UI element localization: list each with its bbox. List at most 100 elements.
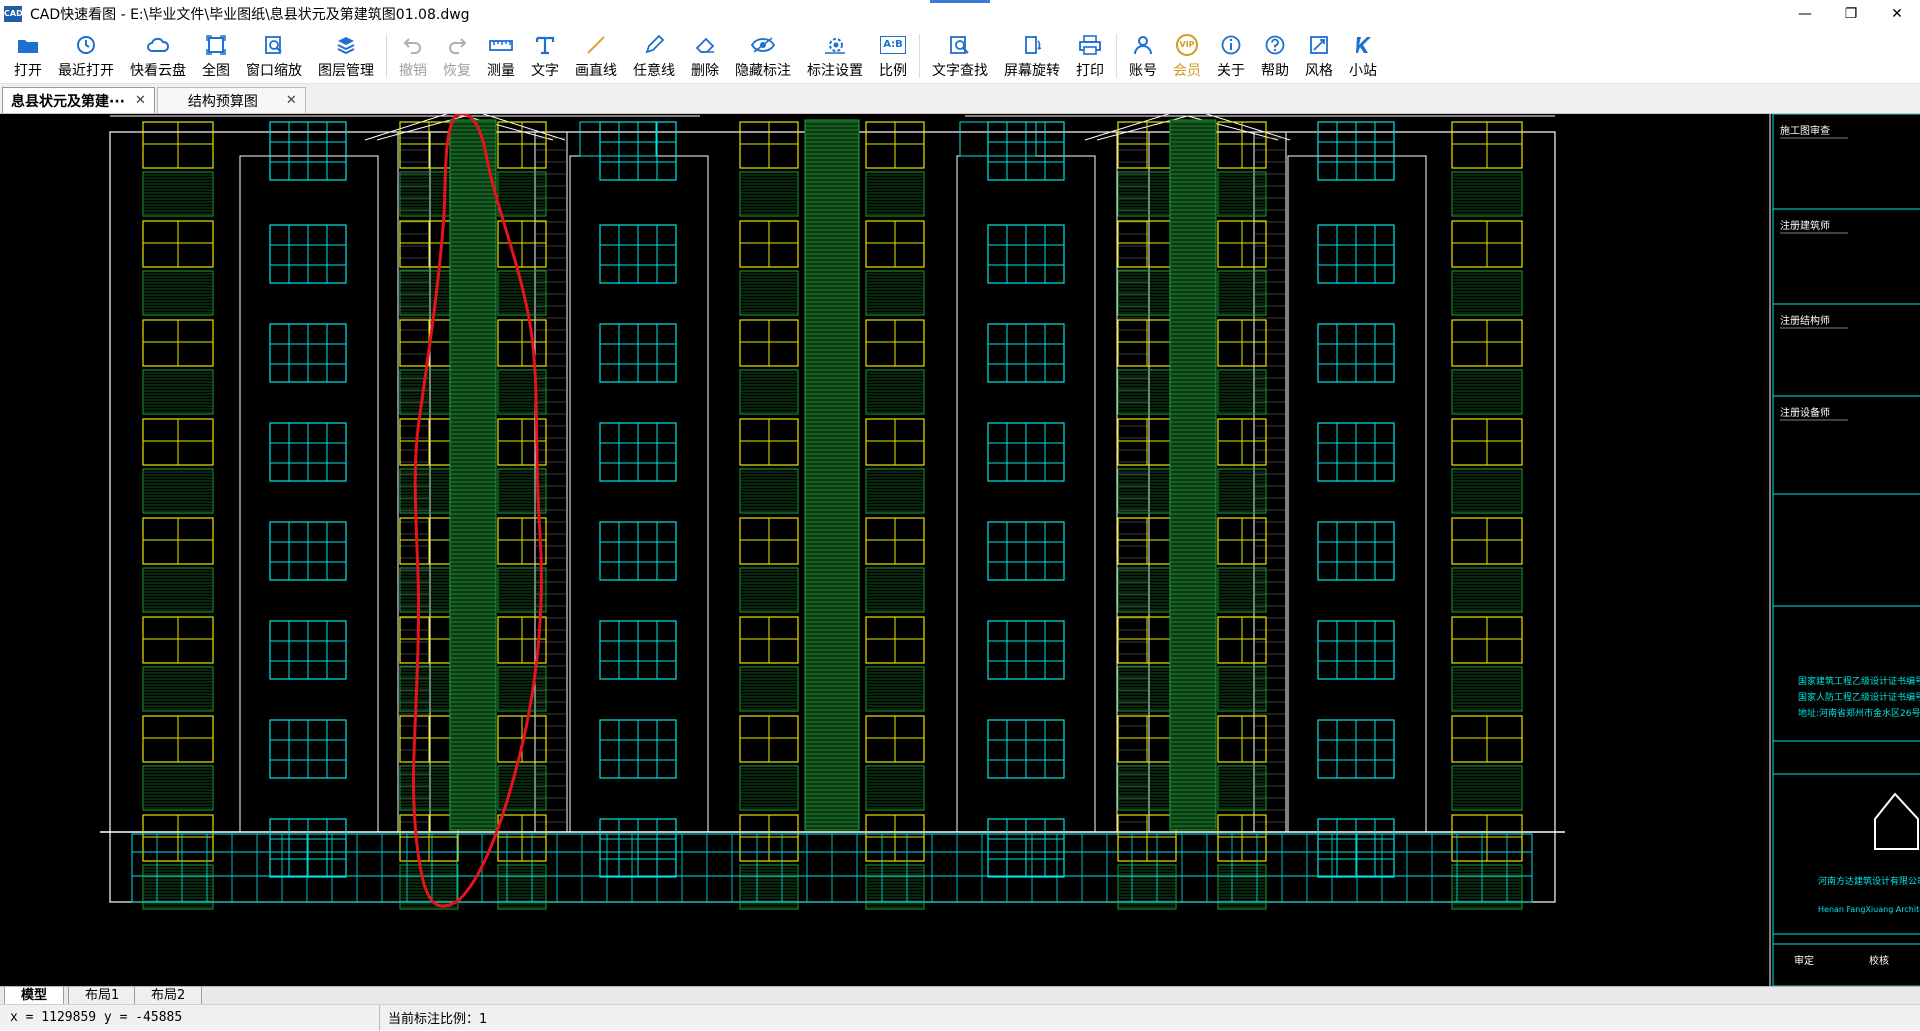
cloud-icon bbox=[146, 34, 170, 56]
green-balustrade bbox=[1451, 765, 1523, 811]
company-logo-icon bbox=[1874, 792, 1919, 850]
rotate-icon bbox=[1021, 34, 1043, 56]
info-icon bbox=[1221, 34, 1241, 56]
green-balustrade bbox=[142, 171, 214, 217]
rotate-screen-button[interactable]: 屏幕旋转 bbox=[996, 28, 1068, 82]
measure-button[interactable]: 测量 bbox=[479, 28, 523, 82]
titleblock-row-label: 注册设备师 bbox=[1780, 406, 1830, 419]
cyan-window bbox=[579, 121, 657, 157]
cert-box bbox=[1772, 605, 1920, 742]
layout-tabbar: 模型 布局1 布局2 bbox=[0, 986, 1920, 1005]
building-elevation-drawing: 施工图审查注册建筑师注册结构师注册设备师国家建筑工程乙级设计证书编号:A2410… bbox=[100, 114, 1920, 986]
toolbar-divider bbox=[1116, 34, 1117, 78]
doc-tab-elevation[interactable]: 息县状元及第建··· ✕ bbox=[2, 87, 155, 113]
drawing-canvas[interactable]: 施工图审查注册建筑师注册结构师注册设备师国家建筑工程乙级设计证书编号:A2410… bbox=[0, 114, 1920, 986]
redo-icon bbox=[447, 34, 467, 56]
account-button[interactable]: 账号 bbox=[1121, 28, 1165, 82]
text-search-button[interactable]: 文字查找 bbox=[924, 28, 996, 82]
stair-glazing bbox=[1169, 119, 1217, 831]
green-balustrade bbox=[497, 666, 547, 712]
scale-button[interactable]: A:B 比例 bbox=[871, 28, 915, 82]
cloud-button[interactable]: 快看云盘 bbox=[122, 28, 194, 82]
dim-settings-button[interactable]: 标注设置 bbox=[799, 28, 871, 82]
close-tab-icon[interactable]: ✕ bbox=[135, 93, 146, 108]
minimize-button[interactable]: — bbox=[1782, 0, 1828, 28]
fit-icon bbox=[206, 34, 226, 56]
doc-tab-label: 结构预算图 bbox=[187, 93, 258, 110]
full-view-button[interactable]: 全图 bbox=[194, 28, 238, 82]
dim-gear-icon bbox=[824, 34, 846, 56]
open-button[interactable]: 打开 bbox=[6, 28, 50, 82]
green-balustrade bbox=[1451, 567, 1523, 613]
green-balustrade bbox=[739, 765, 799, 811]
title-accent-bar bbox=[930, 0, 990, 3]
green-balustrade bbox=[1217, 369, 1267, 415]
free-line-button[interactable]: 任意线 bbox=[625, 28, 683, 82]
titleblock-row-label: 注册结构师 bbox=[1780, 314, 1830, 327]
vip-icon-text: VIP bbox=[1176, 34, 1198, 56]
titleblock-row-label: 注册建筑师 bbox=[1780, 219, 1830, 232]
cursor-coordinates: x = 1129859 y = -45885 bbox=[0, 1004, 380, 1031]
green-balustrade bbox=[739, 567, 799, 613]
green-balustrade bbox=[1451, 270, 1523, 316]
redo-button[interactable]: 恢复 bbox=[435, 28, 479, 82]
app-logo-icon: CAD bbox=[4, 6, 23, 22]
green-balustrade bbox=[865, 567, 925, 613]
brick-pier bbox=[1253, 131, 1287, 833]
style-button[interactable]: 风格 bbox=[1297, 28, 1341, 82]
green-balustrade bbox=[865, 765, 925, 811]
green-balustrade bbox=[142, 468, 214, 514]
hide-dims-button[interactable]: 隐藏标注 bbox=[727, 28, 799, 82]
restore-button[interactable]: ❐ bbox=[1828, 0, 1874, 28]
window-zoom-button[interactable]: 窗口缩放 bbox=[238, 28, 310, 82]
doc-tab-structure[interactable]: 结构预算图 ✕ bbox=[156, 87, 306, 113]
close-window-button[interactable]: ✕ bbox=[1874, 0, 1920, 28]
pencil-icon bbox=[644, 34, 664, 56]
zoom-window-icon bbox=[264, 34, 284, 56]
layers-button[interactable]: 图层管理 bbox=[310, 28, 382, 82]
green-balustrade bbox=[1217, 270, 1267, 316]
green-balustrade bbox=[865, 171, 925, 217]
undo-button[interactable]: 撤销 bbox=[391, 28, 435, 82]
recent-button[interactable]: 最近打开 bbox=[50, 28, 122, 82]
green-balustrade bbox=[399, 765, 459, 811]
doc-tab-label: 息县状元及第建··· bbox=[11, 93, 125, 110]
company-name-cn: 河南方达建筑设计有限公司 bbox=[1818, 875, 1920, 887]
line-icon bbox=[586, 34, 606, 56]
green-balustrade bbox=[1117, 567, 1177, 613]
close-tab-icon[interactable]: ✕ bbox=[286, 93, 297, 108]
green-balustrade bbox=[497, 171, 547, 217]
user-icon bbox=[1133, 34, 1153, 56]
about-button[interactable]: 关于 bbox=[1209, 28, 1253, 82]
delete-button[interactable]: 删除 bbox=[683, 28, 727, 82]
site-button[interactable]: 小站 bbox=[1341, 28, 1385, 82]
text-button[interactable]: 文字 bbox=[523, 28, 567, 82]
toolbar-divider bbox=[386, 34, 387, 78]
green-balustrade bbox=[399, 171, 459, 217]
k-logo-icon bbox=[1353, 34, 1373, 56]
text-icon bbox=[535, 34, 555, 56]
green-balustrade bbox=[142, 765, 214, 811]
stair-glazing bbox=[804, 119, 860, 831]
stair-glazing bbox=[449, 119, 497, 831]
title-block: 施工图审查注册建筑师注册结构师注册设备师国家建筑工程乙级设计证书编号:A2410… bbox=[1769, 114, 1920, 986]
print-button[interactable]: 打印 bbox=[1068, 28, 1112, 82]
green-balustrade bbox=[1217, 666, 1267, 712]
cert-line: 国家人防工程乙级设计证书编号:A2410167813 bbox=[1798, 691, 1920, 703]
green-balustrade bbox=[739, 270, 799, 316]
eraser-icon bbox=[694, 34, 716, 56]
tab-layout1[interactable]: 布局1 bbox=[68, 987, 137, 1005]
green-balustrade bbox=[1451, 171, 1523, 217]
tab-model[interactable]: 模型 bbox=[4, 987, 65, 1005]
tab-layout2[interactable]: 布局2 bbox=[134, 987, 203, 1005]
vip-button[interactable]: VIP 会员 bbox=[1165, 28, 1209, 82]
help-button[interactable]: 帮助 bbox=[1253, 28, 1297, 82]
draw-line-button[interactable]: 画直线 bbox=[567, 28, 625, 82]
green-balustrade bbox=[142, 270, 214, 316]
wall-panel bbox=[239, 155, 379, 833]
vip-icon: VIP bbox=[1176, 34, 1198, 56]
company-name-en: Henan FangXiuang Architecture bbox=[1818, 905, 1920, 914]
green-balustrade bbox=[739, 369, 799, 415]
toolbar-divider bbox=[919, 34, 920, 78]
title-bar: CAD CAD快速看图 - E:\毕业文件\毕业图纸\息县状元及第建筑图01.0… bbox=[0, 0, 1920, 28]
